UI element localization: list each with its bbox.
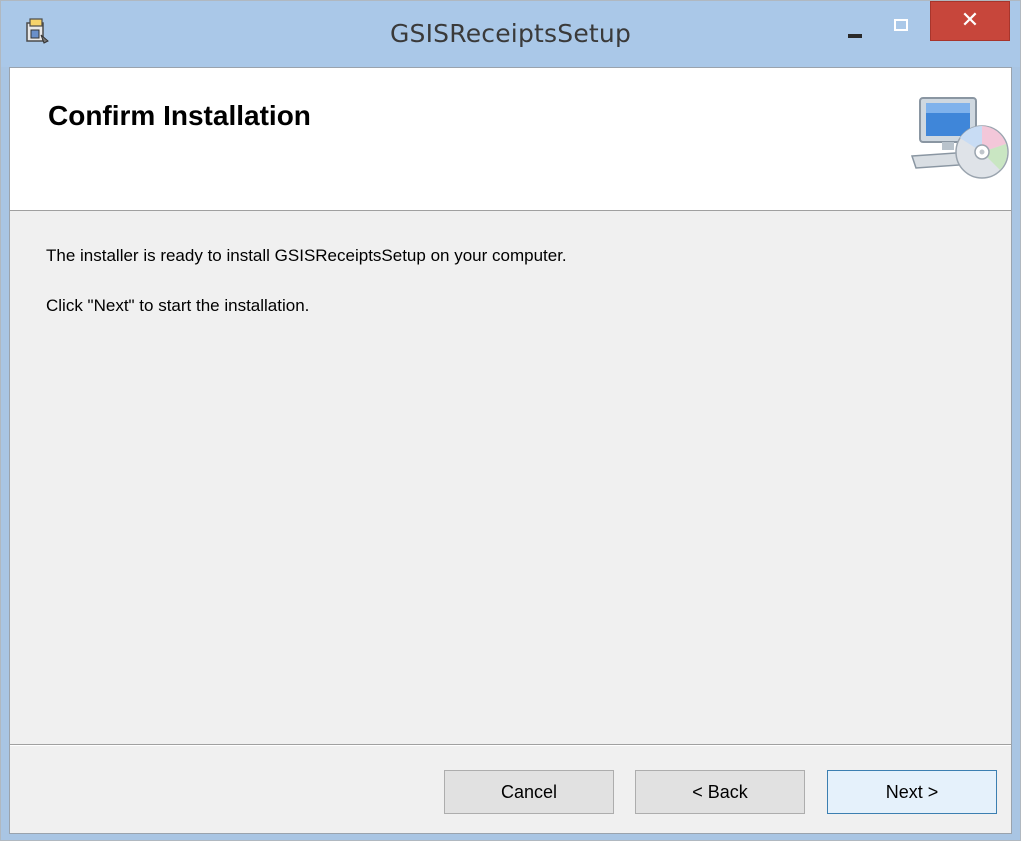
footer-divider — [10, 744, 1011, 746]
computer-cd-icon — [910, 97, 1009, 179]
cancel-button[interactable]: Cancel — [444, 770, 614, 814]
next-instruction: Click "Next" to start the installation. — [46, 296, 310, 315]
minimize-button[interactable] — [836, 15, 876, 45]
minimize-icon — [848, 34, 862, 38]
dialog-client-area: Confirm Installation The installer is re… — [9, 67, 1012, 834]
maximize-icon — [894, 19, 908, 31]
page-title: Confirm Installation — [48, 100, 311, 131]
back-button[interactable]: < Back — [635, 770, 805, 814]
close-button[interactable]: ✕ — [930, 1, 1010, 41]
next-button[interactable]: Next > — [827, 770, 997, 814]
close-icon: ✕ — [960, 8, 980, 33]
title-bar[interactable]: GSISReceiptsSetup ✕ — [1, 1, 1020, 67]
installer-window: GSISReceiptsSetup ✕ Confirm Installation — [0, 0, 1021, 841]
maximize-button[interactable] — [881, 11, 921, 41]
ready-message: The installer is ready to install GSISRe… — [46, 246, 567, 265]
header-banner: Confirm Installation — [10, 68, 1011, 211]
